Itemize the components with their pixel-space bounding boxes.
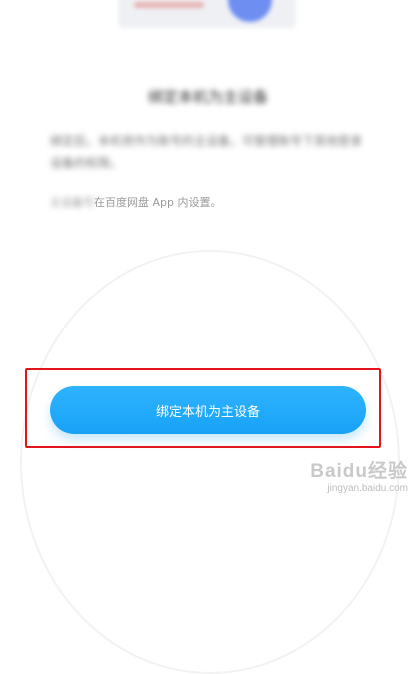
watermark-url-text: jingyan.baidu.com	[327, 483, 408, 494]
app-screen: 绑定本机为主设备 绑定后，本机将作为账号的主设备，可管理账号下其他登录设备的权限…	[0, 0, 416, 674]
illustration-bar	[134, 2, 204, 8]
illustration-badge-icon	[228, 0, 272, 22]
description-text: 绑定后，本机将作为账号的主设备，可管理账号下其他登录设备的权限。	[50, 134, 363, 170]
device-illustration	[118, 0, 296, 28]
note-blurred-text: 主设备可	[50, 196, 94, 209]
baidu-jingyan-watermark: Baidu经验 jingyan.baidu.com	[298, 456, 408, 496]
note-visible-text: 在百度网盘 App 内设置。	[94, 196, 222, 209]
page-title: 绑定本机为主设备	[147, 88, 268, 106]
watermark-logo-text: Baidu经验	[310, 461, 408, 482]
bind-primary-device-button[interactable]: 绑定本机为主设备	[50, 386, 366, 434]
note-text: 主设备可在百度网盘 App 内设置。	[50, 194, 370, 210]
